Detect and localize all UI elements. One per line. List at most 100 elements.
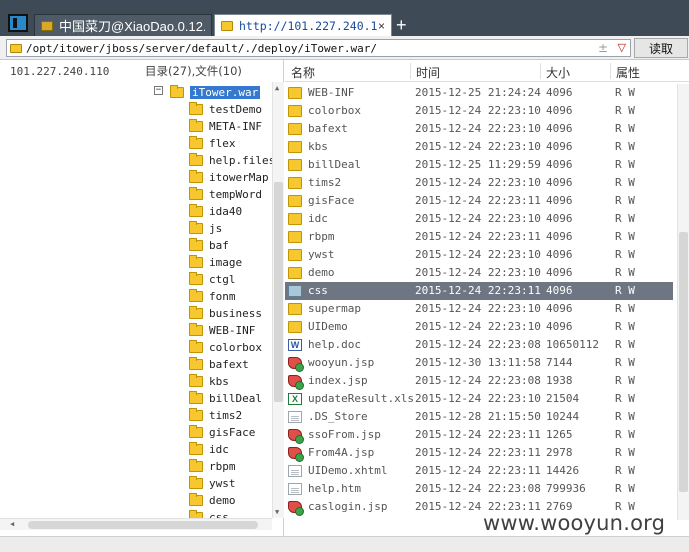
- table-row[interactable]: kbs 2015-12-24 22:23:10 4096 R W: [285, 138, 673, 156]
- tree-item[interactable]: ywst: [189, 475, 236, 492]
- table-row[interactable]: help.htm 2015-12-24 22:23:08 799936 R W: [285, 480, 673, 498]
- table-row[interactable]: tims2 2015-12-24 22:23:10 4096 R W: [285, 174, 673, 192]
- table-row[interactable]: colorbox 2015-12-24 22:23:10 4096 R W: [285, 102, 673, 120]
- table-row[interactable]: gisFace 2015-12-24 22:23:11 4096 R W: [285, 192, 673, 210]
- table-row[interactable]: rbpm 2015-12-24 22:23:11 4096 R W: [285, 228, 673, 246]
- table-row[interactable]: .DS_Store 2015-12-28 21:15:50 10244 R W: [285, 408, 673, 426]
- scroll-up-icon[interactable]: ▲: [275, 84, 279, 92]
- column-time[interactable]: 时间: [416, 64, 440, 81]
- jsp-icon: [288, 357, 304, 372]
- folder-icon: [189, 476, 203, 489]
- tab-xiaodao[interactable]: 中国菜刀@XiaoDao.0.12.30: [34, 14, 212, 36]
- jsp-icon: [288, 447, 304, 462]
- close-icon[interactable]: ×: [378, 19, 385, 33]
- table-row[interactable]: demo 2015-12-24 22:23:10 4096 R W: [285, 264, 673, 282]
- tree-item[interactable]: WEB-INF: [189, 322, 255, 339]
- tree-horizontal-scrollbar[interactable]: ◀: [0, 518, 272, 530]
- pin-icon[interactable]: ±: [598, 41, 608, 55]
- file-size: 1265: [546, 428, 573, 441]
- tree-item[interactable]: demo: [189, 492, 236, 509]
- tree-item[interactable]: tims2: [189, 407, 242, 424]
- table-row[interactable]: index.jsp 2015-12-24 22:23:08 1938 R W: [285, 372, 673, 390]
- file-time: 2015-12-24 22:23:10: [415, 302, 541, 315]
- scroll-left-icon[interactable]: ◀: [10, 520, 14, 528]
- table-row[interactable]: UIDemo.xhtml 2015-12-24 22:23:11 14426 R W: [285, 462, 673, 480]
- tree-item[interactable]: business: [189, 305, 262, 322]
- folder-icon: [288, 213, 302, 225]
- file-attr: R W: [615, 464, 635, 477]
- tree-item[interactable]: ida40: [189, 203, 242, 220]
- table-row[interactable]: billDeal 2015-12-25 11:29:59 4096 R W: [285, 156, 673, 174]
- scroll-thumb[interactable]: [28, 521, 258, 529]
- file-list-vertical-scrollbar[interactable]: [677, 84, 689, 520]
- column-size[interactable]: 大小: [546, 64, 570, 81]
- tree-item[interactable]: testDemo: [189, 101, 262, 118]
- tree-item[interactable]: js: [189, 220, 222, 237]
- tree-item[interactable]: tempWord: [189, 186, 262, 203]
- tree-item-label: flex: [209, 137, 236, 150]
- tree-item[interactable]: colorbox: [189, 339, 262, 356]
- tree-item[interactable]: flex: [189, 135, 236, 152]
- column-attr[interactable]: 属性: [616, 64, 640, 81]
- column-name[interactable]: 名称: [291, 64, 315, 81]
- table-row[interactable]: css 2015-12-24 22:23:11 4096 R W: [285, 282, 673, 300]
- table-row[interactable]: From4A.jsp 2015-12-24 22:23:11 2978 R W: [285, 444, 673, 462]
- file-time: 2015-12-30 13:11:58: [415, 356, 541, 369]
- scroll-down-icon[interactable]: ▼: [275, 508, 279, 516]
- table-row[interactable]: ywst 2015-12-24 22:23:10 4096 R W: [285, 246, 673, 264]
- tree-item[interactable]: css: [189, 509, 229, 518]
- file-time: 2015-12-24 22:23:08: [415, 374, 541, 387]
- tree-item[interactable]: ctgl: [189, 271, 236, 288]
- scroll-thumb[interactable]: [274, 182, 283, 402]
- directory-tree[interactable]: iTower.war testDemo META-INF flex help.files…: [0, 82, 272, 518]
- folder-icon: [189, 391, 203, 404]
- new-tab-button[interactable]: +: [396, 14, 407, 36]
- folder-icon: [288, 231, 302, 243]
- table-row[interactable]: wooyun.jsp 2015-12-30 13:11:58 7144 R W: [285, 354, 673, 372]
- table-row[interactable]: Whelp.doc 2015-12-24 22:23:08 10650112 R W: [285, 336, 673, 354]
- tab-remote-host[interactable]: http://101.227.240.110... ×: [214, 14, 392, 36]
- file-attr: R W: [615, 446, 635, 459]
- file-size: 4096: [546, 302, 573, 315]
- tree-item[interactable]: META-INF: [189, 118, 262, 135]
- file-name: ssoFrom.jsp: [308, 428, 381, 441]
- tree-item[interactable]: baf: [189, 237, 229, 254]
- path-input[interactable]: /opt/itower/jboss/server/default/./deplo…: [6, 39, 631, 57]
- tree-item-root[interactable]: iTower.war: [170, 84, 261, 101]
- scroll-thumb[interactable]: [679, 232, 688, 492]
- folder-icon: [189, 102, 203, 115]
- tree-item[interactable]: idc: [189, 441, 229, 458]
- table-row[interactable]: ssoFrom.jsp 2015-12-24 22:23:11 1265 R W: [285, 426, 673, 444]
- file-time: 2015-12-24 22:23:08: [415, 338, 541, 351]
- address-bar: /opt/itower/jboss/server/default/./deplo…: [0, 36, 689, 60]
- tree-item[interactable]: rbpm: [189, 458, 236, 475]
- tree-item[interactable]: fonm: [189, 288, 236, 305]
- folder-icon: [288, 105, 302, 117]
- file-time: 2015-12-24 22:23:11: [415, 464, 541, 477]
- table-row[interactable]: bafext 2015-12-24 22:23:10 4096 R W: [285, 120, 673, 138]
- file-attr: R W: [615, 194, 635, 207]
- tree-item[interactable]: gisFace: [189, 424, 255, 441]
- tree-item[interactable]: bafext: [189, 356, 249, 373]
- tree-item[interactable]: billDeal: [189, 390, 262, 407]
- file-name: demo: [308, 266, 335, 279]
- table-row[interactable]: XupdateResult.xls 2015-12-24 22:23:10 2150…: [285, 390, 673, 408]
- read-button[interactable]: 读取: [634, 38, 688, 58]
- collapse-icon[interactable]: −: [154, 86, 163, 95]
- window-icon[interactable]: [8, 14, 28, 32]
- folder-icon: [189, 255, 203, 268]
- tree-item[interactable]: itowerMap: [189, 169, 269, 186]
- table-row[interactable]: UIDemo 2015-12-24 22:23:10 4096 R W: [285, 318, 673, 336]
- folder-icon: [189, 323, 203, 336]
- tree-item[interactable]: help.files: [189, 152, 272, 169]
- table-row[interactable]: WEB-INF 2015-12-25 21:24:24 4096 R W: [285, 84, 673, 102]
- table-row[interactable]: supermap 2015-12-24 22:23:10 4096 R W: [285, 300, 673, 318]
- tree-item[interactable]: image: [189, 254, 242, 271]
- tree-vertical-scrollbar[interactable]: ▲ ▼: [272, 82, 284, 518]
- tree-item[interactable]: kbs: [189, 373, 229, 390]
- dropdown-icon[interactable]: ▽: [618, 41, 626, 54]
- file-attr: R W: [615, 284, 635, 297]
- tree-item-label: ida40: [209, 205, 243, 218]
- table-row[interactable]: idc 2015-12-24 22:23:10 4096 R W: [285, 210, 673, 228]
- watermark: www.wooyun.org: [476, 511, 688, 539]
